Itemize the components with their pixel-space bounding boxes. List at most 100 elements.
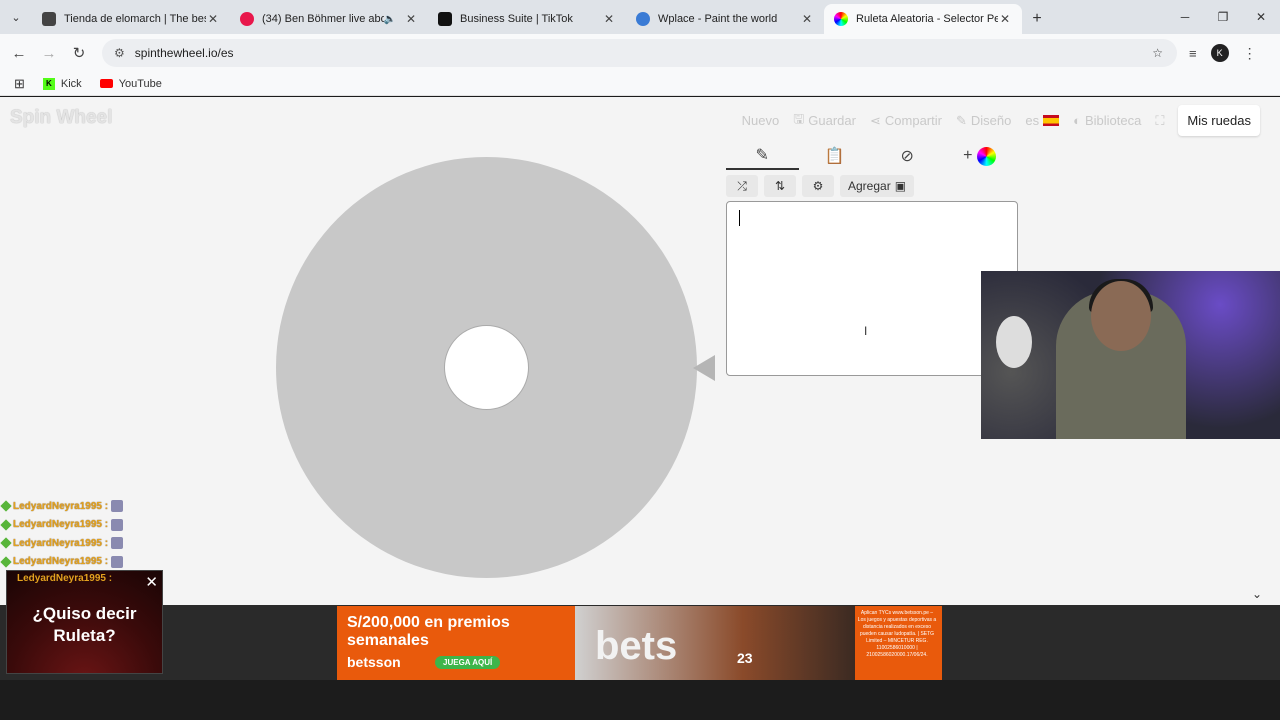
browser-tabbar: ⌄ Tienda de elomarch | The best C ✕ (34)… <box>0 0 1280 34</box>
clipboard-list-icon[interactable]: 📋 <box>799 142 872 170</box>
footer-bar <box>0 680 1280 720</box>
betsson-ad-banner[interactable]: S/200,000 en premios semanales betsson J… <box>337 606 942 680</box>
entries-textarea[interactable]: I <box>726 201 1018 376</box>
tab-title: Tienda de elomarch | The best C <box>64 13 206 25</box>
profile-avatar-icon[interactable]: K <box>1210 44 1229 62</box>
apps-grid-icon[interactable]: ⊞ <box>14 76 25 92</box>
media-control-icon[interactable]: ≡ <box>1189 46 1197 61</box>
ad-brand: betsson <box>347 654 401 670</box>
forward-arrow-icon[interactable]: → <box>34 45 64 62</box>
badge-icon <box>0 556 12 568</box>
tab-title: Business Suite | TikTok <box>460 13 573 25</box>
bookmark-label: YouTube <box>118 77 162 90</box>
settings-button[interactable]: ⚙ <box>802 175 834 197</box>
mis-ruedas-button[interactable]: Mis ruedas <box>1178 105 1260 136</box>
back-arrow-icon[interactable]: ← <box>4 45 34 62</box>
chevron-down-icon[interactable]: ⌄ <box>1252 587 1262 601</box>
close-icon[interactable]: ✕ <box>145 573 158 591</box>
nav-compartir-label: Compartir <box>884 113 942 128</box>
wheel-pointer <box>693 355 715 381</box>
bookmark-kick[interactable]: K Kick <box>42 77 82 90</box>
nav-biblioteca-label: Biblioteca <box>1084 113 1142 128</box>
bookmark-label: Kick <box>60 77 82 90</box>
badge-icon <box>0 519 12 531</box>
bookmark-youtube[interactable]: YouTube <box>99 77 162 90</box>
browser-tab-4[interactable]: Wplace - Paint the world ✕ <box>626 4 824 34</box>
nav-biblioteca[interactable]: ◐ Biblioteca <box>1073 113 1141 128</box>
reload-icon[interactable]: ↻ <box>64 44 94 62</box>
sort-icon: ⇅ <box>774 179 786 193</box>
site-logo[interactable]: Spin Wheel <box>10 107 112 129</box>
nav-nuevo[interactable]: Nuevo <box>742 113 780 128</box>
wheel-center-button[interactable] <box>444 325 529 410</box>
chat-message: LedyardNeyra1995 : <box>0 553 182 572</box>
shuffle-button[interactable]: ⤮ <box>726 175 758 197</box>
nav-diseno[interactable]: ✎ Diseño <box>956 113 1011 129</box>
browser-menu-icon[interactable]: ⋮ <box>1243 45 1257 62</box>
ad-cta-button[interactable]: JUEGA AQUÍ <box>435 656 501 669</box>
tab-close-icon[interactable]: ✕ <box>998 12 1012 26</box>
color-wheel-icon <box>977 146 997 166</box>
chat-username: LedyardNeyra1995 : <box>13 519 109 531</box>
speaker-icon[interactable]: 🔈 <box>384 14 396 25</box>
ad-big-logo: bets <box>595 624 678 668</box>
chat-message: LedyardNeyra1995 : <box>0 516 182 535</box>
text-cursor-icon: I <box>864 324 868 338</box>
agregar-image-button[interactable]: Agregar ▣ <box>840 175 915 197</box>
lang-label: es <box>1025 113 1040 128</box>
tab-close-icon[interactable]: ✕ <box>800 12 814 26</box>
site-info-icon[interactable]: ⚙ <box>114 46 125 60</box>
language-selector[interactable]: es <box>1025 113 1060 128</box>
youtube-icon <box>99 79 113 88</box>
eye-slash-icon[interactable]: ⊘ <box>871 142 944 170</box>
nav-diseno-label: Diseño <box>970 113 1012 128</box>
restore-icon[interactable]: ❐ <box>1204 0 1242 34</box>
browser-tab-2[interactable]: (34) Ben Böhmer live above 🔈 ✕ <box>230 4 428 34</box>
sort-button[interactable]: ⇅ <box>764 175 796 197</box>
ad-jersey-number: 23 <box>737 650 753 666</box>
browser-tab-5-active[interactable]: Ruleta Aleatoria - Selector Pers ✕ <box>824 4 1022 34</box>
emote-icon <box>111 537 124 550</box>
popup-text: ¿Quiso decir Ruleta? <box>32 604 137 645</box>
nav-compartir[interactable]: ⋖ Compartir <box>870 113 942 129</box>
tab-close-icon[interactable]: ✕ <box>404 12 418 26</box>
kick-icon: K <box>42 77 55 90</box>
badge-icon <box>0 500 12 512</box>
add-color-tab[interactable]: + <box>944 142 1017 170</box>
browser-tab-1[interactable]: Tienda de elomarch | The best C ✕ <box>32 4 230 34</box>
top-navigation: Nuevo 🖫 Guardar ⋖ Compartir ✎ Diseño es ◐ Bi… <box>742 105 1260 136</box>
new-tab-button[interactable]: + <box>1022 4 1052 34</box>
plus-icon: + <box>963 147 973 164</box>
bookmarks-bar: ⊞ K Kick YouTube <box>0 72 1280 96</box>
webcam-head <box>1091 281 1151 351</box>
badge-icon <box>0 537 12 549</box>
chat-message: LedyardNeyra1995 : <box>0 497 182 516</box>
ad-fine-print: Aplican TYCs www.betsson.pe – Los juegos… <box>857 610 937 658</box>
stream-chat-overlay: LedyardNeyra1995 : LedyardNeyra1995 : Le… <box>0 497 182 572</box>
minimize-icon[interactable]: ─ <box>1166 0 1204 34</box>
tab-close-icon[interactable]: ✕ <box>206 12 220 26</box>
bookmark-star-icon[interactable]: ☆ <box>1152 46 1163 60</box>
globe-icon <box>636 12 650 26</box>
url-text: spinthewheel.io/es <box>134 46 234 60</box>
popup-username: LedyardNeyra1995 : <box>17 573 113 584</box>
share-icon: ⋖ <box>869 112 881 128</box>
close-window-icon[interactable]: ✕ <box>1242 0 1280 34</box>
tab-favicon <box>42 12 56 26</box>
browser-tab-3[interactable]: Business Suite | TikTok ✕ <box>428 4 626 34</box>
webcam-overlay <box>981 271 1280 439</box>
gear-icon: ⚙ <box>812 179 824 193</box>
address-bar[interactable]: ⚙ spinthewheel.io/es ☆ <box>102 39 1177 67</box>
globe-icon: ◐ <box>1073 113 1081 128</box>
emote-icon <box>111 555 124 568</box>
shuffle-icon: ⤮ <box>737 178 747 193</box>
fullscreen-icon[interactable]: ⛶ <box>1155 113 1164 129</box>
ad-headline: S/200,000 en premios semanales <box>347 614 510 649</box>
pencil-icon[interactable]: ✎ <box>726 142 799 170</box>
tab-close-icon[interactable]: ✕ <box>602 12 616 26</box>
tab-search-chevron-icon[interactable]: ⌄ <box>0 0 32 34</box>
pencil-icon: ✎ <box>955 112 967 128</box>
nav-guardar[interactable]: 🖫 Guardar <box>793 110 856 132</box>
editor-tabs: ✎ 📋 ⊘ + <box>726 141 1016 171</box>
agregar-label: Agregar <box>848 179 891 193</box>
